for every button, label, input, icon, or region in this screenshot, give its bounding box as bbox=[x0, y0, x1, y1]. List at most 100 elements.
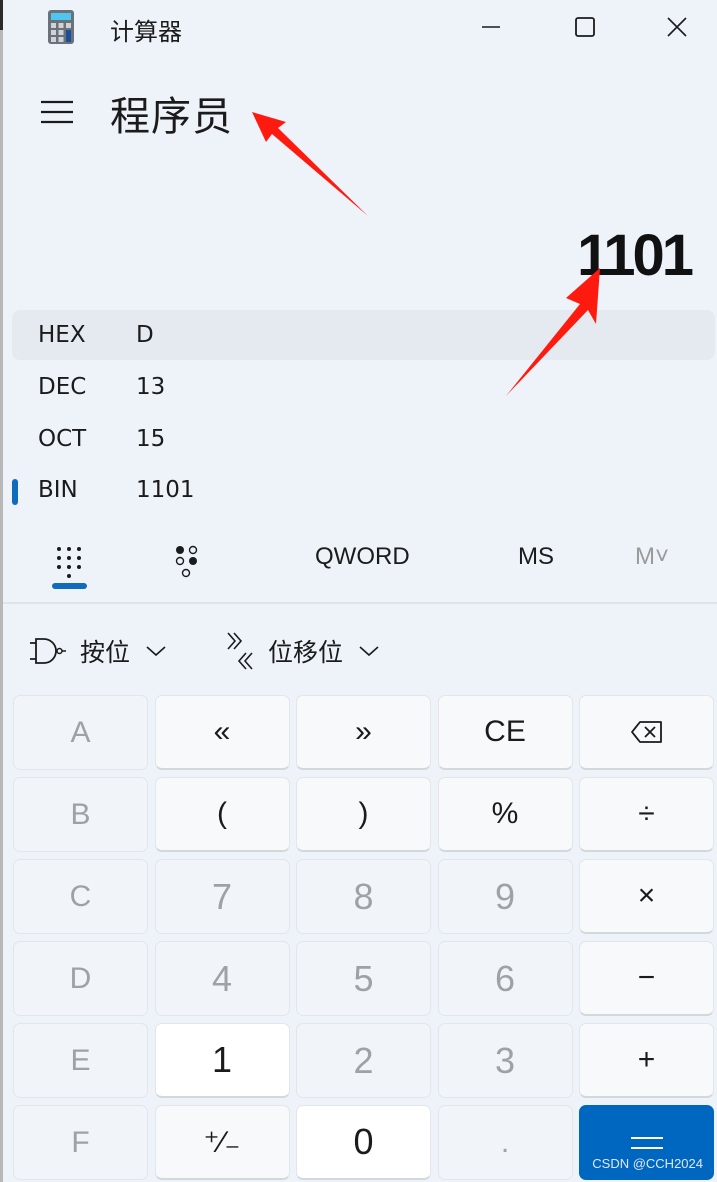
key-label: 0 bbox=[353, 1121, 374, 1162]
title-bar: 计算器 bbox=[0, 0, 717, 56]
tab-bit-toggling-keypad[interactable] bbox=[162, 532, 212, 592]
key-label: E bbox=[70, 1043, 91, 1077]
key-label: 9 bbox=[494, 875, 516, 917]
key-4[interactable]: 4 bbox=[154, 941, 290, 1016]
key-8[interactable]: 8 bbox=[296, 859, 431, 934]
bitwise-dropdown[interactable]: 按位 bbox=[28, 628, 166, 674]
radix-label: BIN bbox=[38, 477, 78, 503]
radix-value: 15 bbox=[136, 426, 166, 452]
equals-icon bbox=[630, 1136, 663, 1149]
result-display: 1101 bbox=[577, 223, 694, 288]
memory-store-button[interactable]: MS bbox=[518, 543, 554, 571]
hamburger-icon bbox=[41, 100, 73, 124]
radix-row-hex[interactable]: HEX D bbox=[12, 310, 715, 360]
key-6[interactable]: 6 bbox=[437, 941, 573, 1016]
maximize-icon bbox=[575, 17, 595, 37]
selected-tab-indicator bbox=[52, 583, 87, 589]
toolbar-divider bbox=[3, 602, 717, 604]
logic-gate-icon bbox=[30, 638, 66, 664]
right-shift-button[interactable]: » bbox=[296, 695, 431, 770]
radix-row-bin[interactable]: BIN 1101 bbox=[12, 465, 715, 515]
mode-title: 程序员 bbox=[110, 94, 233, 140]
key-label: A bbox=[70, 715, 91, 749]
key-label: D bbox=[69, 961, 92, 995]
memory-list-button[interactable]: M˅ bbox=[635, 543, 669, 571]
key-hex-c[interactable]: C bbox=[13, 859, 148, 934]
key-label: 5 bbox=[353, 957, 374, 999]
key-label: 4 bbox=[211, 957, 233, 999]
app-title: 计算器 bbox=[110, 18, 182, 46]
key-label: − bbox=[637, 961, 656, 994]
chevron-down-icon bbox=[359, 646, 379, 657]
key-label: « bbox=[213, 715, 231, 748]
radix-value: D bbox=[136, 322, 154, 348]
calculator-icon bbox=[48, 10, 74, 44]
close-paren-button[interactable]: ) bbox=[296, 777, 431, 852]
radix-row-dec[interactable]: DEC 13 bbox=[12, 362, 715, 412]
window-edge bbox=[0, 0, 3, 1182]
key-5[interactable]: 5 bbox=[296, 941, 431, 1016]
key-label: 3 bbox=[494, 1039, 516, 1081]
clear-entry-button[interactable]: CE bbox=[437, 695, 573, 770]
radix-value: 13 bbox=[136, 374, 166, 400]
add-button[interactable]: + bbox=[579, 1023, 714, 1098]
key-label: ÷ bbox=[638, 797, 655, 830]
key-label: B bbox=[70, 797, 91, 831]
key-7[interactable]: 7 bbox=[154, 859, 290, 934]
word-size-button[interactable]: QWORD bbox=[315, 543, 410, 571]
key-label: × bbox=[637, 879, 656, 912]
radix-label: OCT bbox=[38, 426, 87, 452]
watermark: CSDN @CCH2024 bbox=[592, 1156, 703, 1171]
bit-shift-icon bbox=[227, 632, 253, 670]
negate-button[interactable]: ⁺∕₋ bbox=[154, 1105, 290, 1180]
key-label: 6 bbox=[494, 957, 516, 999]
radix-value: 1101 bbox=[136, 477, 195, 503]
key-label: 7 bbox=[211, 875, 233, 917]
minimize-button[interactable] bbox=[468, 8, 514, 46]
key-2[interactable]: 2 bbox=[296, 1023, 431, 1098]
navigation-menu-button[interactable] bbox=[36, 94, 78, 130]
key-label: ( bbox=[217, 797, 227, 830]
key-label: » bbox=[355, 715, 372, 748]
backspace-button[interactable] bbox=[579, 695, 714, 770]
multiply-button[interactable]: × bbox=[579, 859, 714, 934]
key-label: 2 bbox=[353, 1039, 374, 1081]
key-hex-d[interactable]: D bbox=[13, 941, 148, 1016]
radix-label: DEC bbox=[38, 374, 87, 400]
key-hex-f[interactable]: F bbox=[13, 1105, 148, 1180]
key-hex-e[interactable]: E bbox=[13, 1023, 148, 1098]
key-label: 8 bbox=[353, 875, 374, 917]
key-1[interactable]: 1 bbox=[154, 1023, 290, 1098]
backspace-icon bbox=[630, 721, 662, 743]
key-label: ⁺∕₋ bbox=[203, 1125, 241, 1159]
close-button[interactable] bbox=[654, 8, 700, 46]
divide-button[interactable]: ÷ bbox=[579, 777, 714, 852]
key-hex-a[interactable]: A bbox=[13, 695, 148, 770]
equals-button[interactable]: CSDN @CCH2024 bbox=[579, 1105, 714, 1180]
radix-label: HEX bbox=[38, 322, 86, 348]
modulo-button[interactable]: % bbox=[437, 777, 573, 852]
maximize-button[interactable] bbox=[562, 8, 608, 46]
key-label: CE bbox=[484, 715, 526, 748]
key-label: F bbox=[71, 1125, 90, 1159]
key-9[interactable]: 9 bbox=[437, 859, 573, 934]
subtract-button[interactable]: − bbox=[579, 941, 714, 1016]
close-icon bbox=[667, 17, 687, 37]
bit-toggling-keypad-icon bbox=[175, 545, 198, 578]
left-shift-button[interactable]: « bbox=[154, 695, 290, 770]
key-label: 1 bbox=[211, 1039, 233, 1080]
key-label: C bbox=[69, 879, 92, 913]
bitwise-label: 按位 bbox=[80, 638, 131, 667]
key-0[interactable]: 0 bbox=[296, 1105, 431, 1180]
bitshift-dropdown[interactable]: 位移位 bbox=[224, 628, 379, 674]
key-label: + bbox=[637, 1043, 656, 1076]
key-3[interactable]: 3 bbox=[437, 1023, 573, 1098]
decimal-button[interactable]: . bbox=[437, 1105, 573, 1180]
open-paren-button[interactable]: ( bbox=[154, 777, 290, 852]
key-label: ) bbox=[358, 797, 369, 830]
key-label: . bbox=[500, 1125, 510, 1159]
full-keypad-icon bbox=[57, 547, 81, 578]
bitshift-label: 位移位 bbox=[268, 638, 344, 667]
key-hex-b[interactable]: B bbox=[13, 777, 148, 852]
radix-row-oct[interactable]: OCT 15 bbox=[12, 414, 715, 464]
